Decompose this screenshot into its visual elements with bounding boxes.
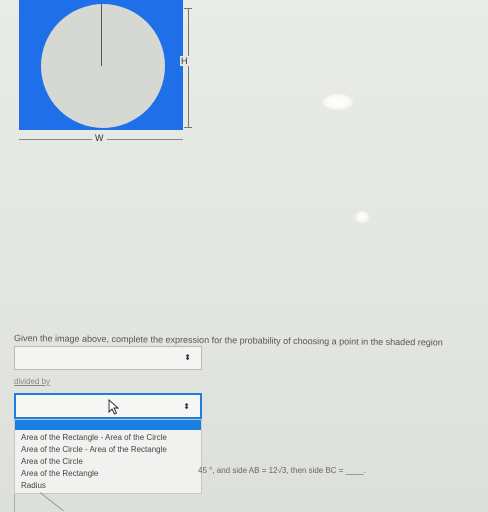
- height-dimension-line: [188, 8, 189, 128]
- dropdown-option[interactable]: Area of the Rectangle: [21, 469, 98, 478]
- dropdown-option[interactable]: Area of the Rectangle - Area of the Circ…: [21, 433, 167, 442]
- dropdown-list: Area of the Rectangle - Area of the Circ…: [14, 419, 202, 494]
- dropdown-option[interactable]: Area of the Circle: [21, 457, 83, 466]
- numerator-select[interactable]: ⬍: [14, 346, 202, 370]
- select-arrows-icon: ⬍: [183, 402, 190, 411]
- next-figure-edge: [14, 494, 15, 512]
- screen-glare: [323, 94, 353, 110]
- height-tick-bottom: [184, 127, 192, 128]
- mouse-pointer-icon: [108, 399, 120, 415]
- shaded-rectangle: [19, 0, 183, 130]
- dropdown-option[interactable]: Area of the Circle - Area of the Rectang…: [21, 445, 167, 454]
- screen-glare-small: [355, 211, 369, 223]
- width-label: W: [92, 133, 107, 144]
- divided-by-label: divided by: [14, 377, 51, 386]
- denominator-select[interactable]: ⬍: [14, 393, 202, 419]
- dropdown-highlight: [15, 420, 201, 430]
- inscribed-circle: [41, 4, 165, 128]
- next-question-fragment: 45 °, and side AB = 12√3, then side BC =…: [198, 466, 366, 475]
- height-tick-top: [184, 8, 192, 9]
- next-figure-line: [39, 492, 64, 512]
- radius-line: [101, 4, 102, 66]
- dropdown-option[interactable]: Radius: [21, 481, 46, 490]
- height-label: H: [180, 56, 189, 66]
- select-arrows-icon: ⬍: [184, 353, 191, 362]
